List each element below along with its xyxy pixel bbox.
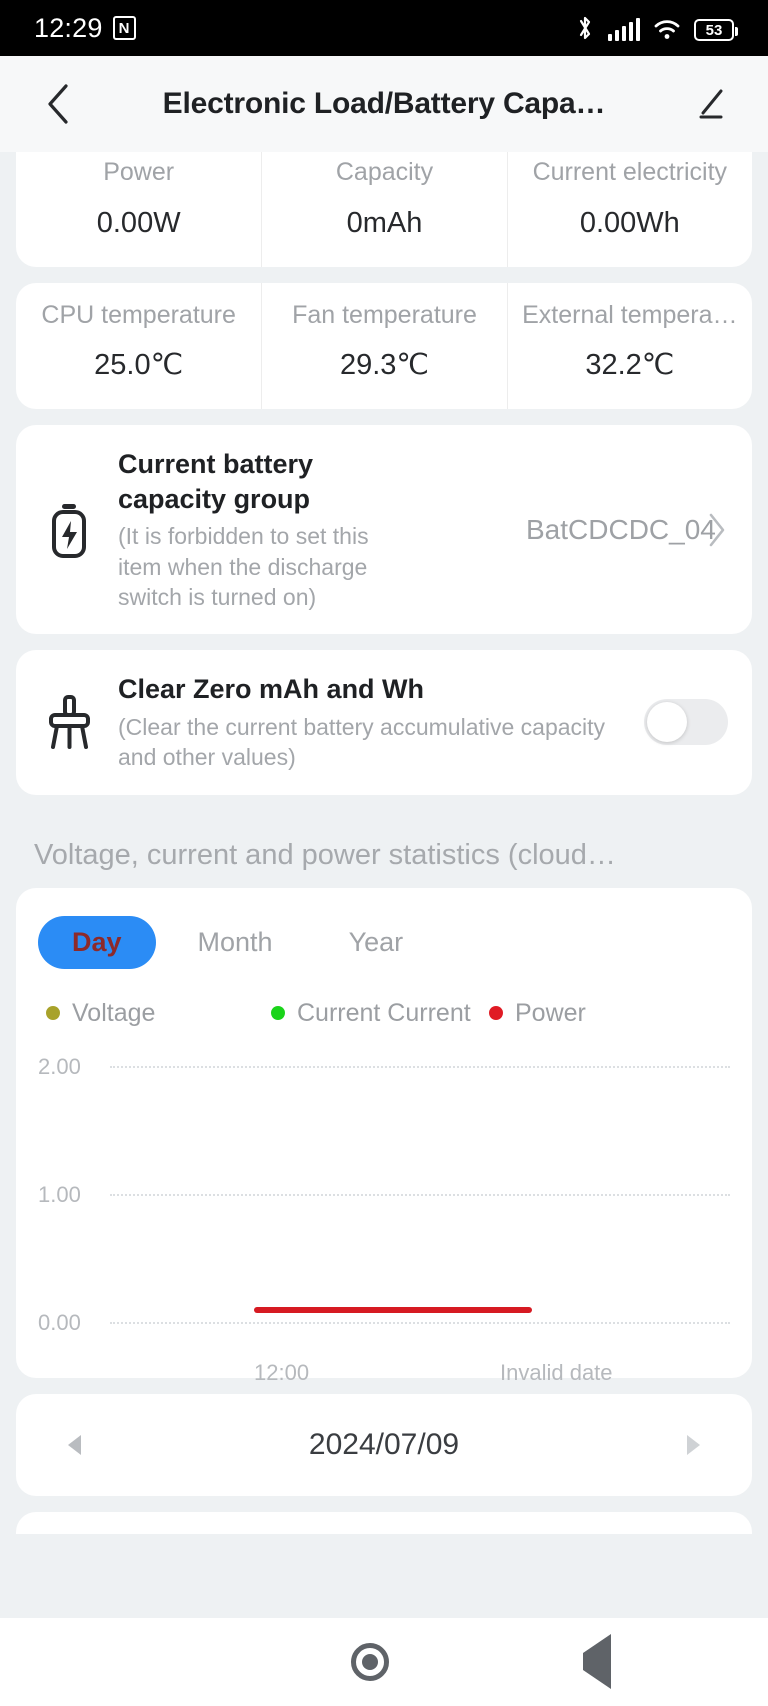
stat-cell-external-temperature: External tempera… 32.2℃: [506, 282, 752, 410]
statistics-section-heading: Voltage, current and power statistics (c…: [34, 838, 616, 871]
status-bar-left: 12:29 N: [34, 13, 136, 44]
pencil-icon: [699, 89, 723, 119]
primary-stats-card: Power 0.00W Capacity 0mAh Current electr…: [16, 152, 752, 267]
back-button[interactable]: [30, 76, 86, 132]
statistics-chart-card: Day Month Year Voltage Current Current P…: [16, 887, 752, 1385]
stat-label: Fan temperature: [292, 300, 477, 329]
battery-icon: 53: [694, 19, 738, 41]
battery-group-value-area[interactable]: BatCDCDC_04: [526, 511, 728, 549]
chart-plot-area: 2.00 1.00 0.00 12:00 Invalid date: [38, 1054, 730, 1385]
stat-value: 0mAh: [346, 206, 423, 239]
series-line-power: [254, 1306, 532, 1313]
stat-label: Power: [103, 158, 175, 186]
chart-x-axis: 12:00 Invalid date: [110, 1354, 730, 1394]
phone-screen: 12:29 N 53 Electronic Load/Battery Capa……: [0, 0, 768, 1706]
stat-label: CPU temperature: [41, 300, 236, 329]
android-nav-bar: [0, 1618, 768, 1706]
legend-label-current: Current Current: [297, 998, 471, 1027]
y-tick-label: 2.00: [38, 1053, 81, 1079]
gridline: [110, 1193, 730, 1196]
tab-month[interactable]: Month: [164, 916, 307, 969]
bluetooth-icon: [579, 16, 590, 40]
legend-item-power[interactable]: Power: [489, 999, 586, 1028]
battery-group-text: Current battery capacity group (It is fo…: [118, 447, 508, 612]
stat-label: External tempera…: [522, 300, 738, 329]
toggle-knob: [647, 702, 687, 743]
legend-dot-power: [489, 1006, 503, 1021]
chart-legend: Voltage Current Current Power: [38, 999, 730, 1028]
x-tick-label: Invalid date: [500, 1359, 613, 1385]
clear-zero-subtitle: (Clear the current battery accumulative …: [118, 713, 606, 771]
clear-zero-title: Clear Zero mAh and Wh: [118, 674, 425, 705]
stat-value: 0.00W: [96, 206, 181, 239]
next-card-peek: [16, 1511, 752, 1534]
triangle-icon: [583, 1634, 611, 1689]
selected-date[interactable]: 2024/07/09: [309, 1428, 459, 1462]
page-title: Electronic Load/Battery Capa…: [162, 87, 606, 120]
stat-label: Current electricity: [532, 158, 728, 186]
edit-button[interactable]: [682, 76, 738, 132]
cellular-signal-icon: [607, 18, 640, 41]
home-button[interactable]: [351, 1643, 389, 1681]
chevron-left-icon: [48, 84, 68, 124]
broom-icon: [38, 691, 100, 753]
battery-capacity-group-row[interactable]: Current battery capacity group (It is fo…: [16, 425, 752, 635]
battery-group-title: Current battery capacity group: [118, 449, 314, 514]
date-navigator: 2024/07/09: [16, 1393, 752, 1496]
legend-dot-current: [271, 1006, 285, 1021]
back-nav-button[interactable]: [583, 1634, 611, 1689]
status-time: 12:29: [34, 12, 103, 43]
gridline-1: 1.00: [38, 1182, 730, 1208]
gridline: [110, 1065, 730, 1068]
status-bar: 12:29 N 53: [0, 0, 768, 56]
gridline: [110, 1321, 730, 1324]
stat-value: 32.2℃: [585, 349, 675, 382]
wifi-icon: [654, 20, 680, 39]
clear-zero-toggle[interactable]: [644, 699, 728, 746]
stat-cell-capacity: Capacity 0mAh: [261, 152, 506, 267]
stat-value: 29.3℃: [339, 349, 429, 382]
y-tick-label: 1.00: [38, 1181, 81, 1207]
stat-cell-cpu-temperature: CPU temperature 25.0℃: [16, 283, 261, 410]
chevron-right-icon: [709, 513, 725, 546]
tab-day[interactable]: Day: [38, 915, 156, 969]
clear-zero-text: Clear Zero mAh and Wh (Clear the current…: [118, 672, 626, 772]
y-tick-label: 0.00: [38, 1309, 81, 1335]
chart-range-tabs: Day Month Year: [38, 915, 730, 969]
gridline-0: 0.00: [38, 1310, 730, 1336]
battery-bolt-icon: [38, 499, 100, 561]
legend-item-voltage[interactable]: Voltage: [46, 999, 271, 1028]
clear-zero-row[interactable]: Clear Zero mAh and Wh (Clear the current…: [16, 650, 752, 795]
stat-value: 25.0℃: [94, 349, 184, 382]
tab-year[interactable]: Year: [315, 916, 438, 969]
battery-percent: 53: [705, 21, 723, 39]
nfc-glyph: N: [118, 19, 130, 37]
stat-label: Capacity: [335, 158, 434, 186]
battery-group-value: BatCDCDC_04: [526, 513, 716, 545]
triangle-left-icon: [68, 1434, 81, 1455]
x-tick-label: 12:00: [254, 1359, 310, 1385]
legend-label-voltage: Voltage: [72, 998, 156, 1027]
nfc-icon: N: [112, 16, 136, 40]
stat-value: 0.00Wh: [579, 206, 680, 239]
temperature-stats-card: CPU temperature 25.0℃ Fan temperature 29…: [16, 282, 752, 410]
previous-day-button[interactable]: [52, 1431, 98, 1459]
legend-item-current[interactable]: Current Current: [271, 999, 489, 1028]
stat-cell-fan-temperature: Fan temperature 29.3℃: [261, 282, 506, 410]
stat-cell-current-electricity: Current electricity 0.00Wh: [506, 152, 752, 267]
next-day-button[interactable]: [670, 1431, 716, 1459]
legend-label-power: Power: [515, 998, 586, 1027]
status-bar-right: 53: [575, 15, 738, 41]
app-bar: Electronic Load/Battery Capa…: [0, 56, 768, 152]
triangle-right-icon: [687, 1434, 700, 1455]
circle-icon: [351, 1643, 389, 1681]
battery-group-subtitle: (It is forbidden to set this item when t…: [118, 523, 369, 610]
stat-cell-power: Power 0.00W: [16, 152, 261, 267]
scroll-content[interactable]: Power 0.00W Capacity 0mAh Current electr…: [0, 152, 768, 1618]
gridline-2: 2.00: [38, 1054, 730, 1080]
legend-dot-voltage: [46, 1006, 60, 1021]
